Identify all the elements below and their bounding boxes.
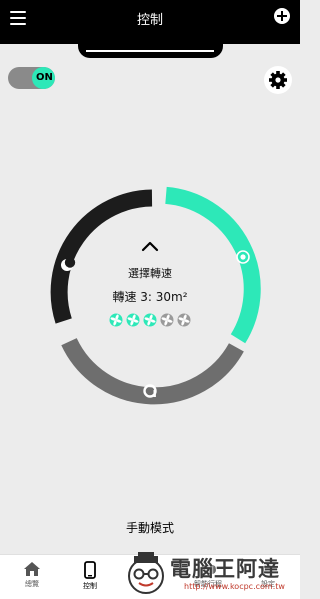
mode-label: 手動模式 <box>125 521 174 535</box>
tab-label: 總覽 <box>25 580 39 588</box>
top-bar: 控制 <box>0 0 300 44</box>
chevron-up-icon[interactable] <box>141 241 159 252</box>
speed-level-dot <box>160 313 174 327</box>
speed-indicator <box>109 313 191 327</box>
speed-dial[interactable]: 選擇轉速 轉速 3: 30m² <box>0 150 300 420</box>
phone-icon <box>84 561 96 579</box>
tab-control[interactable]: 控制 <box>65 561 115 591</box>
watermark-text: 電腦王阿達 <box>170 557 280 581</box>
home-icon <box>24 562 40 576</box>
speed-level-dot <box>126 313 140 327</box>
tab-overview[interactable]: 總覽 <box>7 561 57 589</box>
toggle-label: ON <box>36 72 53 83</box>
add-icon[interactable] <box>274 8 290 24</box>
speed-value-label: 轉速 3: 30m² <box>112 290 187 304</box>
watermark-url: http://www.kocpc.com.tw <box>184 582 285 591</box>
select-speed-label: 選擇轉速 <box>128 266 172 280</box>
speed-level-dot <box>177 313 191 327</box>
speed-level-dot <box>143 313 157 327</box>
notch-divider <box>86 50 214 52</box>
gear-icon <box>269 71 287 89</box>
mascot-icon <box>128 552 164 594</box>
tab-label: 控制 <box>83 582 97 590</box>
speed-level-dot <box>109 313 123 327</box>
settings-button[interactable] <box>264 66 292 94</box>
power-toggle[interactable]: ON <box>8 67 55 89</box>
watermark: 電腦王阿達 http://www.kocpc.com.tw <box>120 549 300 599</box>
dial-gray-arc[interactable] <box>61 337 244 405</box>
page-title: 控制 <box>136 13 163 28</box>
